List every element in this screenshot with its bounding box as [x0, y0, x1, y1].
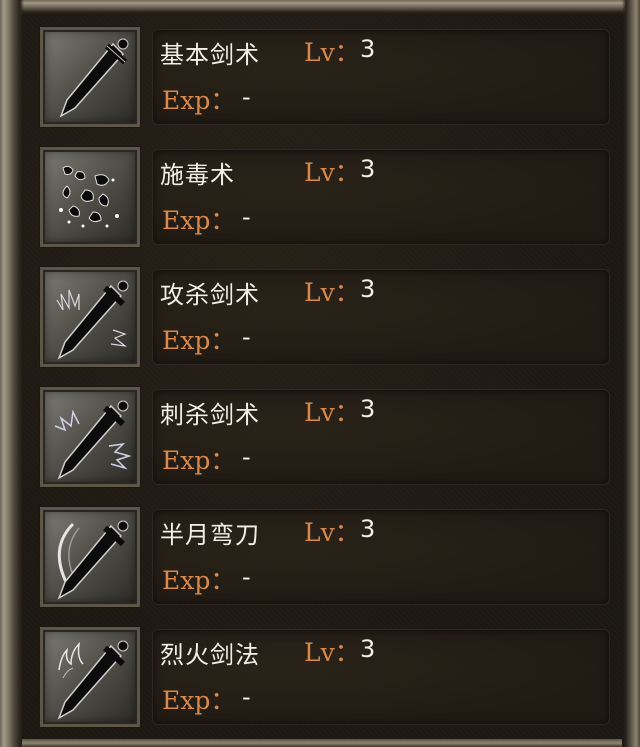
level-label: Lv：	[304, 398, 360, 427]
skill-name: 半月弯刀	[160, 521, 260, 549]
exp-value: -	[242, 83, 251, 111]
skill-name: 刺杀剑术	[160, 401, 260, 429]
level-label: Lv：	[304, 158, 360, 187]
exp-label: Exp：	[162, 446, 236, 475]
bottom-border	[22, 739, 622, 747]
skill-row[interactable]: 施毒术 Lv： 3 Exp： -	[39, 146, 610, 248]
poison-icon[interactable]	[39, 146, 141, 248]
level-value: 3	[360, 275, 376, 303]
level-value: 3	[360, 515, 376, 543]
level-label: Lv：	[304, 638, 360, 667]
flaming-sword-icon[interactable]	[39, 266, 141, 368]
skill-row[interactable]: 攻杀剑术 Lv： 3 Exp： -	[39, 266, 610, 368]
spiked-sword-icon[interactable]	[39, 386, 141, 488]
level-value: 3	[360, 635, 376, 663]
skill-name: 施毒术	[160, 161, 235, 189]
exp-label: Exp：	[162, 86, 236, 115]
exp-label: Exp：	[162, 206, 236, 235]
exp-value: -	[242, 683, 251, 711]
level-label: Lv：	[304, 518, 360, 547]
exp-value: -	[242, 323, 251, 351]
skill-info-panel: 半月弯刀 Lv： 3 Exp： -	[152, 509, 610, 605]
skill-row[interactable]: 基本剑术 Lv： 3 Exp： -	[39, 26, 610, 128]
skill-name: 基本剑术	[160, 41, 260, 69]
skill-info-panel: 攻杀剑术 Lv： 3 Exp： -	[152, 269, 610, 365]
skill-window-frame: 基本剑术 Lv： 3 Exp： - 施毒术 Lv： 3 Exp： - 攻杀剑术 …	[0, 0, 640, 747]
exp-label: Exp：	[162, 326, 236, 355]
skill-info-panel: 烈火剑法 Lv： 3 Exp： -	[152, 629, 610, 725]
level-label: Lv：	[304, 38, 360, 67]
skill-name: 攻杀剑术	[160, 281, 260, 309]
skill-row[interactable]: 烈火剑法 Lv： 3 Exp： -	[39, 626, 610, 728]
level-label: Lv：	[304, 278, 360, 307]
crescent-sword-icon[interactable]	[39, 506, 141, 608]
skill-row[interactable]: 半月弯刀 Lv： 3 Exp： -	[39, 506, 610, 608]
skill-info-panel: 施毒术 Lv： 3 Exp： -	[152, 149, 610, 245]
skill-info-panel: 刺杀剑术 Lv： 3 Exp： -	[152, 389, 610, 485]
skill-name: 烈火剑法	[160, 641, 260, 669]
exp-value: -	[242, 443, 251, 471]
exp-label: Exp：	[162, 566, 236, 595]
exp-value: -	[242, 563, 251, 591]
skill-info-panel: 基本剑术 Lv： 3 Exp： -	[152, 29, 610, 125]
skill-row[interactable]: 刺杀剑术 Lv： 3 Exp： -	[39, 386, 610, 488]
exp-value: -	[242, 203, 251, 231]
level-value: 3	[360, 155, 376, 183]
level-value: 3	[360, 35, 376, 63]
exp-label: Exp：	[162, 686, 236, 715]
fire-sword-icon[interactable]	[39, 626, 141, 728]
level-value: 3	[360, 395, 376, 423]
sword-icon[interactable]	[39, 26, 141, 128]
